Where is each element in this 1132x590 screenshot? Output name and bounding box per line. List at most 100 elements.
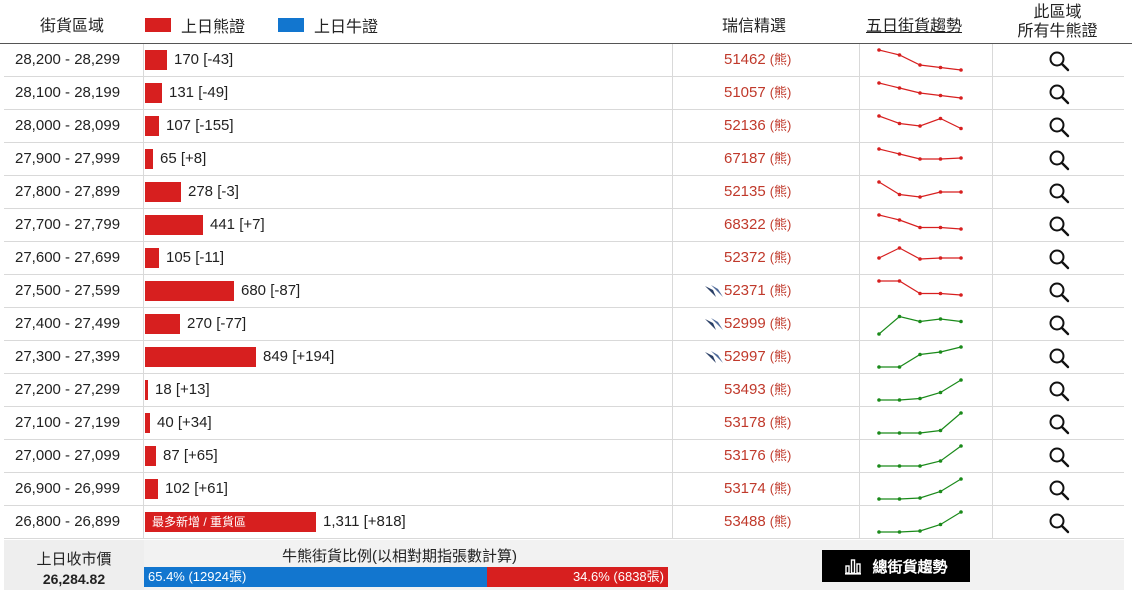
zone-search-button[interactable]	[993, 473, 1124, 505]
warrant-type: (熊)	[769, 217, 792, 232]
sparkline-point	[938, 190, 943, 194]
bar-cell: 131 [-49]	[144, 77, 673, 109]
bar-cell: 18 [+13]	[144, 374, 673, 406]
sparkline-point	[938, 522, 943, 527]
sparkline-point	[877, 398, 881, 402]
bar-cell: 849 [+194]	[144, 341, 673, 373]
warrant-code-link[interactable]: 52999 (熊)	[724, 308, 791, 340]
five-day-sparkline	[877, 114, 963, 131]
warrant-code: 52999	[724, 315, 766, 332]
range-cell: 27,500 - 27,599	[4, 275, 144, 307]
warrant-code: 53176	[724, 447, 766, 464]
zone-search-button[interactable]	[993, 77, 1124, 109]
warrant-code-link[interactable]: 53493 (熊)	[724, 374, 791, 406]
zone-search-button[interactable]	[993, 176, 1124, 208]
total-trend-button[interactable]: 總街貨趨勢	[822, 550, 970, 582]
five-day-sparkline	[877, 147, 963, 161]
sparkline-point	[877, 48, 881, 52]
warrant-code-link[interactable]: 53178 (熊)	[724, 407, 791, 439]
range-cell: 27,700 - 27,799	[4, 209, 144, 241]
legend-bear-swatch	[145, 18, 171, 32]
table-row: 27,100 - 27,199 40 [+34] 53178 (熊)	[4, 407, 1124, 440]
search-icon	[1049, 447, 1070, 468]
table-row: 26,800 - 26,899 最多新增 / 重貨區 1,311 [+818] 534…	[4, 506, 1124, 539]
zone-search-button[interactable]	[993, 110, 1124, 142]
warrant-code-link[interactable]: 53174 (熊)	[724, 473, 791, 505]
search-icon	[1049, 282, 1070, 303]
sails-logo-icon	[705, 318, 723, 330]
warrant-code: 51462	[724, 51, 766, 68]
zone-search-button[interactable]	[993, 506, 1124, 538]
sparkline-line	[879, 445, 962, 467]
five-day-sparkline	[877, 510, 963, 534]
search-icon	[1049, 348, 1070, 369]
warrant-type: (熊)	[769, 316, 792, 331]
sparkline-point	[897, 530, 902, 534]
table-row: 28,100 - 28,199 131 [-49] 51057 (熊)	[4, 77, 1124, 110]
warrant-code-link[interactable]: 52136 (熊)	[724, 110, 791, 142]
zone-search-button[interactable]	[993, 440, 1124, 472]
zone-search-button[interactable]	[993, 44, 1124, 76]
bull-bear-ratio-box: 牛熊街貨比例(以相對期指張數計算) 65.4% (12924張) 34.6% (…	[144, 540, 1124, 590]
table-row: 28,000 - 28,099 107 [-155] 52136 (熊)	[4, 110, 1124, 143]
range-cell: 27,200 - 27,299	[4, 374, 144, 406]
sparkline-point	[877, 114, 881, 118]
zone-search-button[interactable]	[993, 209, 1124, 241]
warrant-type: (熊)	[769, 283, 792, 298]
zone-search-button[interactable]	[993, 374, 1124, 406]
zone-search-button[interactable]	[993, 143, 1124, 175]
sparkline-point	[959, 378, 963, 382]
search-icon	[1049, 150, 1070, 171]
sparkline-point	[897, 431, 902, 435]
warrant-code-link[interactable]: 52372 (熊)	[724, 242, 791, 274]
sparkline-line	[878, 49, 962, 71]
search-icon	[1049, 249, 1070, 270]
warrant-code-link[interactable]: 52997 (熊)	[724, 341, 791, 373]
sparkline-point	[897, 218, 902, 222]
zone-search-button[interactable]	[993, 308, 1124, 340]
warrant-code-link[interactable]: 52371 (熊)	[724, 275, 791, 307]
sparkline-point	[897, 246, 902, 250]
sparkline-point	[918, 431, 922, 435]
trend-cell	[860, 407, 993, 439]
bear-bar	[145, 182, 181, 202]
legend-bull: 上日牛證	[278, 13, 378, 37]
outstanding-value: 107 [-155]	[166, 117, 234, 134]
warrant-code-link[interactable]: 68322 (熊)	[724, 209, 791, 241]
pick-cell: 52371 (熊)	[673, 275, 860, 307]
table-row: 27,700 - 27,799 441 [+7] 68322 (熊)	[4, 209, 1124, 242]
table-row: 27,000 - 27,099 87 [+65] 53176 (熊)	[4, 440, 1124, 473]
zone-search-button[interactable]	[993, 275, 1124, 307]
sparkline-point	[959, 444, 963, 448]
zone-search-button[interactable]	[993, 407, 1124, 439]
warrant-code: 53493	[724, 381, 766, 398]
bar-cell: 65 [+8]	[144, 143, 673, 175]
sparkline-point	[897, 121, 902, 126]
ratio-bar: 65.4% (12924張) 34.6% (6838張)	[144, 567, 668, 587]
warrant-type: (熊)	[769, 481, 792, 496]
outstanding-value: 278 [-3]	[188, 183, 239, 200]
warrant-code-link[interactable]: 67187 (熊)	[724, 143, 791, 175]
warrant-code-link[interactable]: 51057 (熊)	[724, 77, 791, 109]
table-row: 27,900 - 27,999 65 [+8] 67187 (熊)	[4, 143, 1124, 176]
warrant-code-link[interactable]: 53488 (熊)	[724, 506, 791, 538]
five-day-sparkline	[877, 378, 963, 402]
zone-search-button[interactable]	[993, 341, 1124, 373]
outstanding-value: 65 [+8]	[160, 150, 207, 167]
sparkline-point	[938, 291, 943, 296]
legend-bear: 上日熊證	[145, 13, 245, 37]
five-day-trend-link[interactable]: 五日街貨趨勢	[866, 12, 962, 36]
sparkline-point	[897, 86, 902, 90]
zone-search-button[interactable]	[993, 242, 1124, 274]
warrant-code-link[interactable]: 51462 (熊)	[724, 44, 791, 76]
warrant-code-link[interactable]: 53176 (熊)	[724, 440, 791, 472]
bar-cell: 170 [-43]	[144, 44, 673, 76]
trend-cell	[860, 341, 993, 373]
bar-cell: 680 [-87]	[144, 275, 673, 307]
warrant-code-link[interactable]: 52135 (熊)	[724, 176, 791, 208]
sparkline-point	[918, 225, 922, 230]
pick-cell: 53493 (熊)	[673, 374, 860, 406]
sparkline-point	[938, 459, 943, 463]
table-header: 街貨區域 上日熊證 上日牛證 瑞信精選 五日街貨趨勢 此區域 所有牛熊證	[0, 0, 1132, 44]
warrant-type: (熊)	[769, 349, 792, 364]
